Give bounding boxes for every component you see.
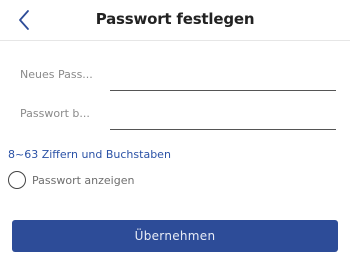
new-password-input[interactable]: [110, 64, 336, 91]
confirm-password-row: Passwort b...: [20, 103, 338, 131]
new-password-label: Neues Pass...: [20, 68, 93, 81]
show-password-label: Passwort anzeigen: [32, 174, 135, 187]
new-password-row: Neues Pass...: [20, 64, 338, 92]
radio-unchecked-icon[interactable]: [8, 171, 26, 189]
set-password-screen: Passwort festlegen Neues Pass... Passwor…: [0, 0, 350, 267]
confirm-password-input[interactable]: [110, 103, 336, 130]
header-bar: Passwort festlegen: [0, 0, 350, 41]
apply-button[interactable]: Übernehmen: [12, 220, 338, 252]
page-title: Passwort festlegen: [95, 10, 255, 28]
confirm-password-label: Passwort b...: [20, 107, 90, 120]
password-hint: 8~63 Ziffern und Buchstaben: [8, 148, 171, 161]
